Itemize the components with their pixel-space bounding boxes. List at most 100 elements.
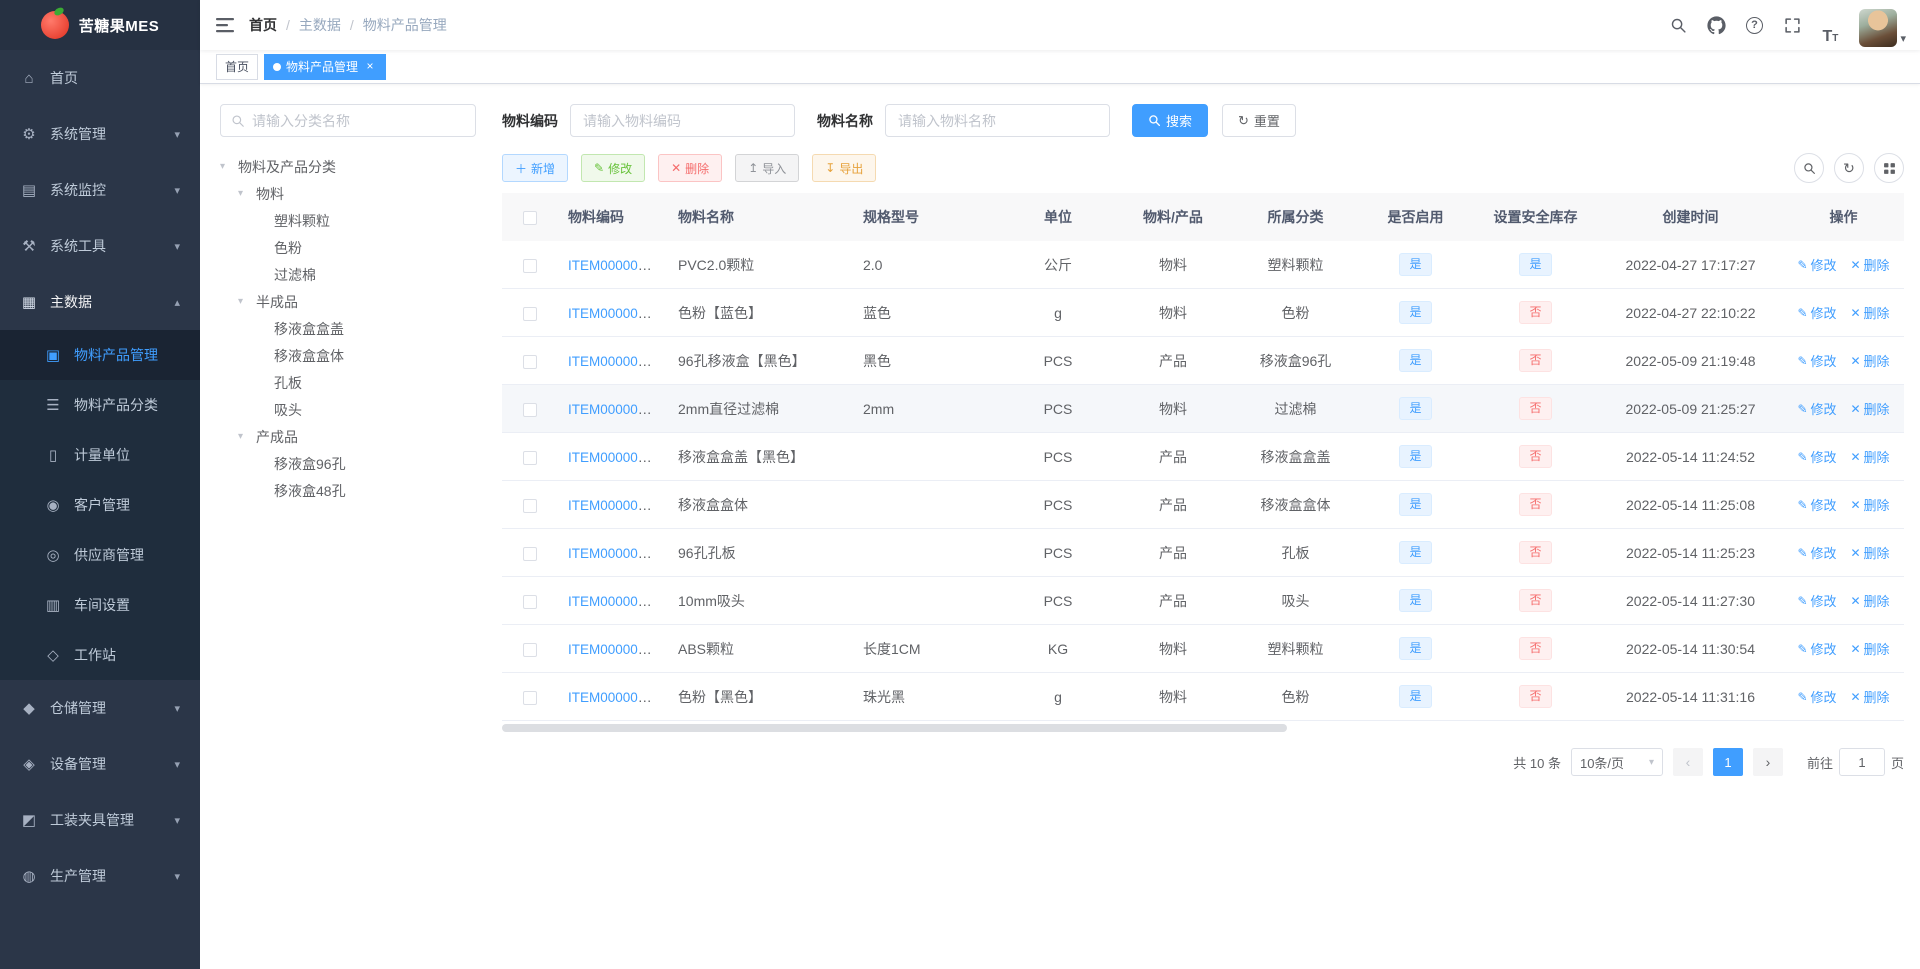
tab-close-icon[interactable]: ×	[363, 59, 377, 74]
row-edit-link[interactable]: ✎ 修改	[1797, 495, 1836, 514]
sidebar-item[interactable]: ▥ 车间设置	[0, 580, 200, 630]
tree-node[interactable]: ▾ 吸头	[220, 396, 476, 423]
search-icon[interactable]	[1661, 5, 1695, 45]
category-search-input[interactable]	[252, 112, 465, 129]
scrollbar-thumb[interactable]	[502, 724, 1288, 732]
sidebar-item[interactable]: ⌂ 首页	[0, 50, 200, 106]
tree-node[interactable]: ▾ 移液盒48孔	[220, 477, 476, 504]
tree-node[interactable]: ▾ 物料	[220, 180, 476, 207]
sidebar-item[interactable]: ◈ 设备管理 ▾	[0, 736, 200, 792]
toolbar-button[interactable]: ✕ 删除	[658, 154, 723, 182]
row-edit-link[interactable]: ✎ 修改	[1797, 255, 1836, 274]
column-settings-button[interactable]	[1874, 153, 1904, 183]
row-edit-link[interactable]: ✎ 修改	[1797, 687, 1836, 706]
refresh-button[interactable]: ↻	[1834, 153, 1864, 183]
toolbar-button[interactable]: ✎ 修改	[581, 154, 646, 182]
item-code-link[interactable]: ITEM00000051	[568, 449, 660, 465]
breadcrumb-home[interactable]: 首页	[249, 15, 277, 35]
page-number-1[interactable]: 1	[1712, 748, 1743, 776]
search-button[interactable]: 搜索	[1132, 104, 1209, 137]
toolbar-button[interactable]: ↧ 导出	[812, 154, 877, 182]
tree-node[interactable]: ▾ 产成品	[220, 423, 476, 450]
github-icon[interactable]	[1699, 5, 1733, 45]
item-code-link[interactable]: ITEM00000055	[568, 641, 660, 657]
hamburger-icon[interactable]	[200, 17, 249, 33]
item-code-link[interactable]: ITEM00000053	[568, 545, 660, 561]
row-checkbox[interactable]	[523, 402, 537, 417]
fullscreen-icon[interactable]	[1775, 5, 1809, 45]
tree-node[interactable]: ▾ 半成品	[220, 288, 476, 315]
tree-node[interactable]: ▾ 移液盒盒体	[220, 342, 476, 369]
row-delete-link[interactable]: ✕ 删除	[1850, 543, 1889, 562]
sidebar-item[interactable]: ▦ 主数据 ▴	[0, 274, 200, 330]
row-edit-link[interactable]: ✎ 修改	[1797, 351, 1836, 370]
logo[interactable]: 苦糖果MES	[0, 0, 200, 50]
row-edit-link[interactable]: ✎ 修改	[1797, 399, 1836, 418]
row-edit-link[interactable]: ✎ 修改	[1797, 639, 1836, 658]
item-code-link[interactable]: ITEM00000046	[568, 353, 660, 369]
row-checkbox[interactable]	[523, 546, 537, 561]
tab-home[interactable]: 首页	[216, 53, 259, 80]
tree-node[interactable]: ▾ 过滤棉	[220, 261, 476, 288]
help-icon[interactable]: ?	[1737, 5, 1771, 45]
name-input[interactable]	[885, 104, 1110, 137]
toolbar-button[interactable]: ↥ 导入	[735, 154, 800, 182]
row-edit-link[interactable]: ✎ 修改	[1797, 591, 1836, 610]
sidebar-item[interactable]: ◎ 供应商管理	[0, 530, 200, 580]
prev-page-button[interactable]: ‹	[1672, 748, 1703, 776]
sidebar-item[interactable]: ◍ 生产管理 ▾	[0, 848, 200, 904]
sidebar-item[interactable]: ☰ 物料产品分类	[0, 380, 200, 430]
font-size-icon[interactable]: TT	[1813, 5, 1847, 45]
tree-node[interactable]: ▾ 移液盒盒盖	[220, 315, 476, 342]
tree-node[interactable]: ▾ 塑料颗粒	[220, 207, 476, 234]
row-checkbox[interactable]	[523, 258, 537, 273]
user-menu[interactable]: ▾	[1859, 3, 1906, 47]
goto-page-input[interactable]	[1838, 748, 1885, 776]
row-edit-link[interactable]: ✎ 修改	[1797, 543, 1836, 562]
select-all-checkbox[interactable]	[523, 211, 537, 226]
next-page-button[interactable]: ›	[1752, 748, 1783, 776]
tree-node[interactable]: ▾ 色粉	[220, 234, 476, 261]
reset-button[interactable]: ↻ 重置	[1222, 104, 1296, 137]
row-edit-link[interactable]: ✎ 修改	[1797, 303, 1836, 322]
tree-node[interactable]: ▾ 孔板	[220, 369, 476, 396]
row-delete-link[interactable]: ✕ 删除	[1850, 255, 1889, 274]
item-code-link[interactable]: ITEM00000052	[568, 497, 660, 513]
row-edit-link[interactable]: ✎ 修改	[1797, 447, 1836, 466]
row-checkbox[interactable]	[523, 306, 537, 321]
row-delete-link[interactable]: ✕ 删除	[1850, 687, 1889, 706]
page-size-select[interactable]: 10条/页 ▾	[1570, 748, 1663, 776]
toolbar-button[interactable]: ＋ 新增	[502, 154, 569, 182]
item-code-link[interactable]: ITEM00000054	[568, 593, 660, 609]
row-delete-link[interactable]: ✕ 删除	[1850, 399, 1889, 418]
item-code-link[interactable]: ITEM00000049	[568, 401, 660, 417]
tab-material-management[interactable]: 物料产品管理 ×	[264, 53, 387, 80]
row-checkbox[interactable]	[523, 690, 537, 705]
sidebar-item[interactable]: ▣ 物料产品管理	[0, 330, 200, 380]
item-code-link[interactable]: ITEM00000037	[568, 257, 660, 273]
sidebar-item[interactable]: ⚒ 系统工具 ▾	[0, 218, 200, 274]
row-checkbox[interactable]	[523, 498, 537, 513]
row-delete-link[interactable]: ✕ 删除	[1850, 495, 1889, 514]
sidebar-item[interactable]: ▤ 系统监控 ▾	[0, 162, 200, 218]
sidebar-item[interactable]: ◉ 客户管理	[0, 480, 200, 530]
toggle-search-button[interactable]	[1794, 153, 1824, 183]
sidebar-item[interactable]: ◇ 工作站	[0, 630, 200, 680]
row-checkbox[interactable]	[523, 594, 537, 609]
sidebar-item[interactable]: ◆ 仓储管理 ▾	[0, 680, 200, 736]
row-delete-link[interactable]: ✕ 删除	[1850, 351, 1889, 370]
row-delete-link[interactable]: ✕ 删除	[1850, 639, 1889, 658]
code-input[interactable]	[570, 104, 795, 137]
sidebar-item[interactable]: ⚙ 系统管理 ▾	[0, 106, 200, 162]
row-delete-link[interactable]: ✕ 删除	[1850, 447, 1889, 466]
item-code-link[interactable]: ITEM00000056	[568, 689, 660, 705]
sidebar-item[interactable]: ◩ 工装夹具管理 ▾	[0, 792, 200, 848]
row-delete-link[interactable]: ✕ 删除	[1850, 591, 1889, 610]
row-checkbox[interactable]	[523, 450, 537, 465]
tree-node[interactable]: ▾ 移液盒96孔	[220, 450, 476, 477]
item-code-link[interactable]: ITEM00000041	[568, 305, 660, 321]
sidebar-item[interactable]: ▯ 计量单位	[0, 430, 200, 480]
row-checkbox[interactable]	[523, 642, 537, 657]
row-checkbox[interactable]	[523, 354, 537, 369]
row-delete-link[interactable]: ✕ 删除	[1850, 303, 1889, 322]
